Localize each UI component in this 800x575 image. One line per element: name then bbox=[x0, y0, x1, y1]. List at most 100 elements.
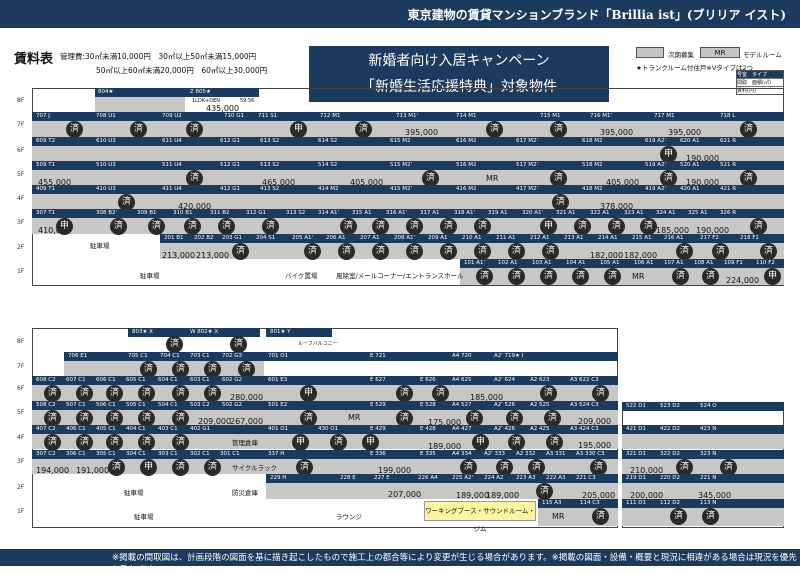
unit-610: 610 U3 bbox=[96, 138, 116, 144]
contracted-stamp: 済 bbox=[106, 434, 123, 451]
unit-424: A3 424 C3 bbox=[570, 426, 599, 432]
unit-322b: 322 D2 bbox=[660, 451, 680, 457]
applied-stamp: 申 bbox=[300, 385, 317, 402]
unit-409: 409 T1 bbox=[36, 186, 56, 192]
unit-805-area: 59.56 bbox=[240, 98, 255, 104]
footer-disclaimer: ※掲載の間取図は、計画段階の図面を基に描き起こしたもので施工上の都合等により変更… bbox=[112, 553, 797, 575]
disaster-storage-label: 防災倉庫 bbox=[232, 489, 258, 497]
unit-720: A4 720 bbox=[452, 353, 472, 359]
contracted-stamp: 済 bbox=[702, 508, 719, 525]
unit-112b: 112 D2 bbox=[660, 500, 680, 506]
unit-210: 210 A1 bbox=[462, 235, 482, 241]
parking-label: 駐車場 bbox=[90, 242, 110, 250]
unit-510: 510 U3 bbox=[96, 162, 116, 168]
unit-332: A2 332 bbox=[516, 451, 536, 457]
applied-stamp: 申 bbox=[290, 121, 307, 138]
contracted-stamp: 済 bbox=[550, 121, 567, 138]
unit-618: 618 M2 bbox=[582, 138, 603, 144]
unit-324: 324 A1 bbox=[656, 210, 676, 216]
unit-526: A2' 526 bbox=[494, 402, 516, 408]
unit-215: 215 A1 bbox=[632, 235, 652, 241]
unit-406: 406 C1 bbox=[66, 426, 86, 432]
floor-label-8f: 8F bbox=[17, 97, 25, 104]
unit-707: 707 J bbox=[36, 113, 50, 119]
unit-704: 704 C1 bbox=[160, 353, 180, 359]
unit-611: 611 U4 bbox=[162, 138, 182, 144]
contracted-stamp: 済 bbox=[355, 121, 372, 138]
unit-702: 702 G3 bbox=[222, 353, 243, 359]
floor-label-3f: 3F bbox=[17, 219, 25, 226]
contracted-stamp: 済 bbox=[148, 218, 165, 235]
bike-parking-label: バイク置場 bbox=[285, 272, 318, 280]
contracted-stamp: 済 bbox=[218, 218, 235, 235]
contracted-stamp: 済 bbox=[204, 385, 221, 402]
contracted-stamp: 済 bbox=[432, 385, 449, 402]
contracted-stamp: 済 bbox=[712, 243, 729, 260]
unit-336: E 336 bbox=[370, 451, 386, 457]
campaign-line-1: 新婚者向け入居キャンペーン bbox=[368, 53, 550, 69]
unit-312: 312 G1 bbox=[246, 210, 267, 216]
unit-518: 518 M2 bbox=[582, 162, 603, 168]
row-2f-cells-b bbox=[266, 483, 618, 499]
roof-balcony-label: ルーフバルコニー bbox=[298, 341, 338, 347]
unit-202: 202 B2 bbox=[194, 235, 214, 241]
unit-721: E 721 bbox=[370, 353, 386, 359]
management-storage-label: 管理倉庫 bbox=[232, 439, 258, 447]
unit-708: 708 U1 bbox=[96, 113, 116, 119]
unit-603: 603 C1 bbox=[190, 377, 210, 383]
unit-703: 703 C1 bbox=[190, 353, 210, 359]
contracted-stamp: 済 bbox=[172, 459, 189, 476]
applied-stamp: 申 bbox=[472, 434, 489, 451]
unit-307b: 307 C2 bbox=[36, 451, 56, 457]
entrance-label: 風除室/メールコーナー/エントランスホール bbox=[336, 272, 464, 280]
price-202: 213,000 bbox=[196, 251, 230, 260]
price-224: 189,000 bbox=[486, 491, 520, 500]
brand-line: 東京建物の賃貸マンションブランド「Brillia ist」(ブリリア イスト) bbox=[407, 8, 786, 22]
unit-511: 511 U4 bbox=[162, 162, 182, 168]
contracted-stamp: 済 bbox=[604, 268, 621, 285]
unit-403: 403 C1 bbox=[158, 426, 178, 432]
contracted-stamp: 済 bbox=[540, 268, 557, 285]
unit-601: 601 E3 bbox=[268, 377, 288, 383]
unit-419: 419 A2' bbox=[645, 186, 667, 192]
unit-206: 206 A1 bbox=[326, 235, 346, 241]
contracted-stamp: 済 bbox=[262, 218, 279, 235]
unit-416: 416 M2 bbox=[456, 186, 477, 192]
parking-label-1f: 駐車場 bbox=[140, 272, 160, 280]
model-room-516: MR bbox=[486, 174, 499, 183]
floor-label-1f-b: 1F bbox=[17, 508, 25, 515]
floor-label-1f: 1F bbox=[17, 268, 25, 275]
unit-505: 505 C1 bbox=[126, 402, 146, 408]
contracted-stamp: 済 bbox=[540, 385, 557, 402]
legend-key-head: 号室 タイプ bbox=[737, 71, 783, 78]
unit-430: 430 O1 bbox=[318, 426, 339, 432]
price-109: 224,000 bbox=[726, 276, 760, 285]
unit-625: A4 625 bbox=[452, 377, 472, 383]
unit-607: 607 C1 bbox=[66, 377, 86, 383]
unit-305: 305 C1 bbox=[96, 451, 116, 457]
unit-208: 208 A1' bbox=[394, 235, 416, 241]
contracted-stamp: 済 bbox=[670, 508, 687, 525]
unit-319: 319 A1 bbox=[488, 210, 508, 216]
unit-102: 102 A1 bbox=[498, 260, 518, 266]
applied-stamp: 申 bbox=[292, 434, 309, 451]
unit-717: 717 M1 bbox=[654, 113, 675, 119]
unit-108: 108 A1 bbox=[694, 260, 714, 266]
unit-404: 404 C1 bbox=[126, 426, 146, 432]
floor-label-6f-b: 6F bbox=[17, 385, 25, 392]
contracted-stamp: 済 bbox=[740, 121, 757, 138]
parking-label-b: 駐車場 bbox=[124, 489, 144, 497]
unit-525: A2 525 bbox=[530, 402, 550, 408]
unit-801: 801★ Y bbox=[270, 329, 291, 335]
unit-224: 224 A2 bbox=[484, 475, 504, 481]
unit-218: 218 F1 bbox=[740, 235, 759, 241]
unit-201: 201 B1 bbox=[164, 235, 184, 241]
legend-model-label: モデルルーム bbox=[743, 51, 782, 59]
applied-stamp: 申 bbox=[56, 218, 73, 235]
contracted-stamp: 済 bbox=[184, 218, 201, 235]
contracted-stamp: 済 bbox=[508, 268, 525, 285]
contracted-stamp: 済 bbox=[406, 218, 423, 235]
unit-519: 519 A2' bbox=[645, 162, 667, 168]
unit-608: 608 C2 bbox=[36, 377, 56, 383]
contracted-stamp: 済 bbox=[486, 121, 503, 138]
